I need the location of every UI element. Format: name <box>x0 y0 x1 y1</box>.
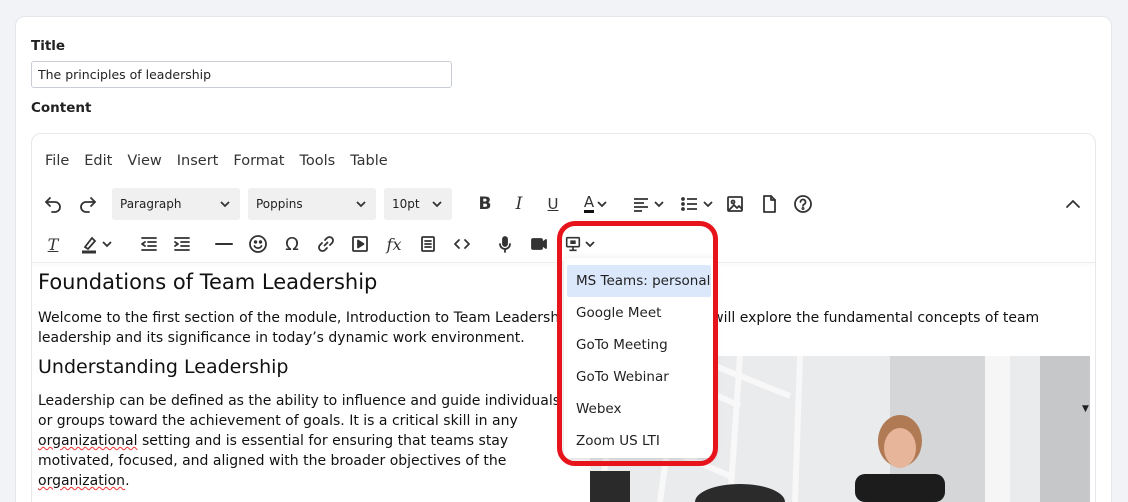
special-char-button[interactable]: Ω <box>278 228 306 260</box>
font-family-select[interactable]: Poppins <box>248 188 376 220</box>
indent-icon <box>174 237 190 251</box>
block-format-value: Paragraph <box>120 197 182 211</box>
code-icon <box>454 239 470 249</box>
voice-icon <box>499 236 511 253</box>
horizontal-rule-icon <box>215 243 233 245</box>
italic-button[interactable]: I <box>505 188 533 220</box>
help-icon <box>794 195 812 213</box>
editor-menubar: File Edit View Insert Format Tools Table <box>45 153 403 169</box>
link-button[interactable] <box>312 228 340 260</box>
menu-format[interactable]: Format <box>233 153 284 169</box>
template-button[interactable] <box>414 228 442 260</box>
chevron-down-icon <box>220 201 230 208</box>
video-icon <box>531 238 547 250</box>
italic-icon: I <box>515 194 523 214</box>
menu-edit[interactable]: Edit <box>84 153 112 169</box>
title-input[interactable] <box>31 61 452 88</box>
clear-format-icon: T <box>47 234 59 254</box>
font-size-value: 10pt <box>392 197 420 211</box>
font-size-select[interactable]: 10pt <box>384 188 452 220</box>
menu-table[interactable]: Table <box>350 153 388 169</box>
menu-file[interactable]: File <box>45 153 69 169</box>
chevron-down-icon <box>597 201 607 208</box>
title-label: Title <box>31 38 66 54</box>
horizontal-rule-button[interactable] <box>210 228 238 260</box>
meeting-option-zoom[interactable]: Zoom US LTI <box>564 425 714 457</box>
text-color-icon: A <box>583 193 595 213</box>
outdent-icon <box>141 237 157 251</box>
underline-button[interactable]: U <box>539 188 567 220</box>
collapse-icon <box>1066 200 1080 208</box>
redo-icon <box>80 197 96 213</box>
meeting-option-ms-teams[interactable]: MS Teams: personal <box>567 265 711 297</box>
meeting-option-webex[interactable]: Webex <box>564 393 714 425</box>
image-icon <box>727 196 743 212</box>
bullet-list-icon <box>681 197 697 211</box>
video-button[interactable] <box>525 228 553 260</box>
undo-button[interactable] <box>39 188 67 220</box>
heading-foundations: Foundations of Team Leadership <box>38 270 378 294</box>
formula-button[interactable]: fx <box>380 228 408 260</box>
highlight-icon <box>82 236 97 254</box>
highlight-button[interactable] <box>73 228 119 260</box>
chevron-down-icon <box>102 241 112 248</box>
block-format-select[interactable]: Paragraph <box>112 188 240 220</box>
menu-view[interactable]: View <box>127 153 161 169</box>
indent-button[interactable] <box>168 228 196 260</box>
media-button[interactable] <box>346 228 374 260</box>
redo-button[interactable] <box>74 188 102 220</box>
clear-format-button[interactable]: T <box>39 228 67 260</box>
collapse-toolbar-button[interactable] <box>1059 188 1087 220</box>
paragraph-welcome: Welcome to the first section of the modu… <box>38 310 1040 346</box>
meeting-icon <box>565 236 581 252</box>
chevron-down-icon <box>585 241 595 248</box>
emoji-icon <box>249 235 267 253</box>
chevron-down-icon <box>703 201 713 208</box>
link-icon <box>318 236 334 252</box>
bold-icon: B <box>478 194 492 214</box>
meeting-option-goto-meeting[interactable]: GoTo Meeting <box>564 329 714 361</box>
bullet-list-button[interactable] <box>676 188 718 220</box>
menu-insert[interactable]: Insert <box>177 153 219 169</box>
menu-tools[interactable]: Tools <box>299 153 335 169</box>
meeting-option-google-meet[interactable]: Google Meet <box>564 297 714 329</box>
text-color-button[interactable]: A <box>573 188 619 220</box>
meeting-option-goto-webinar[interactable]: GoTo Webinar <box>564 361 714 393</box>
align-icon <box>634 198 648 212</box>
chevron-down-icon <box>356 201 366 208</box>
outdent-button[interactable] <box>135 228 163 260</box>
meeting-dropdown-menu: MS Teams: personal Google Meet GoTo Meet… <box>564 258 714 458</box>
meeting-button[interactable] <box>562 228 598 260</box>
image-button[interactable] <box>721 188 749 220</box>
chevron-down-icon <box>654 201 664 208</box>
paragraph-leadership: Leadership can be defined as the ability… <box>38 393 561 489</box>
align-button[interactable] <box>628 188 668 220</box>
emoji-button[interactable] <box>244 228 272 260</box>
chevron-down-icon <box>432 201 442 208</box>
code-button[interactable] <box>448 228 476 260</box>
font-family-value: Poppins <box>256 197 303 211</box>
formula-icon: fx <box>386 234 402 254</box>
media-icon <box>352 236 368 252</box>
content-label: Content <box>31 100 92 116</box>
document-button[interactable] <box>755 188 783 220</box>
voice-button[interactable] <box>491 228 519 260</box>
help-button[interactable] <box>789 188 817 220</box>
undo-icon <box>45 197 61 213</box>
bold-button[interactable]: B <box>471 188 499 220</box>
underline-icon: U <box>547 195 559 213</box>
template-icon <box>421 236 435 252</box>
special-char-icon: Ω <box>285 233 299 255</box>
scroll-down-icon[interactable]: ▼ <box>1082 404 1089 414</box>
document-icon <box>763 195 776 213</box>
heading-understanding: Understanding Leadership <box>38 356 289 378</box>
